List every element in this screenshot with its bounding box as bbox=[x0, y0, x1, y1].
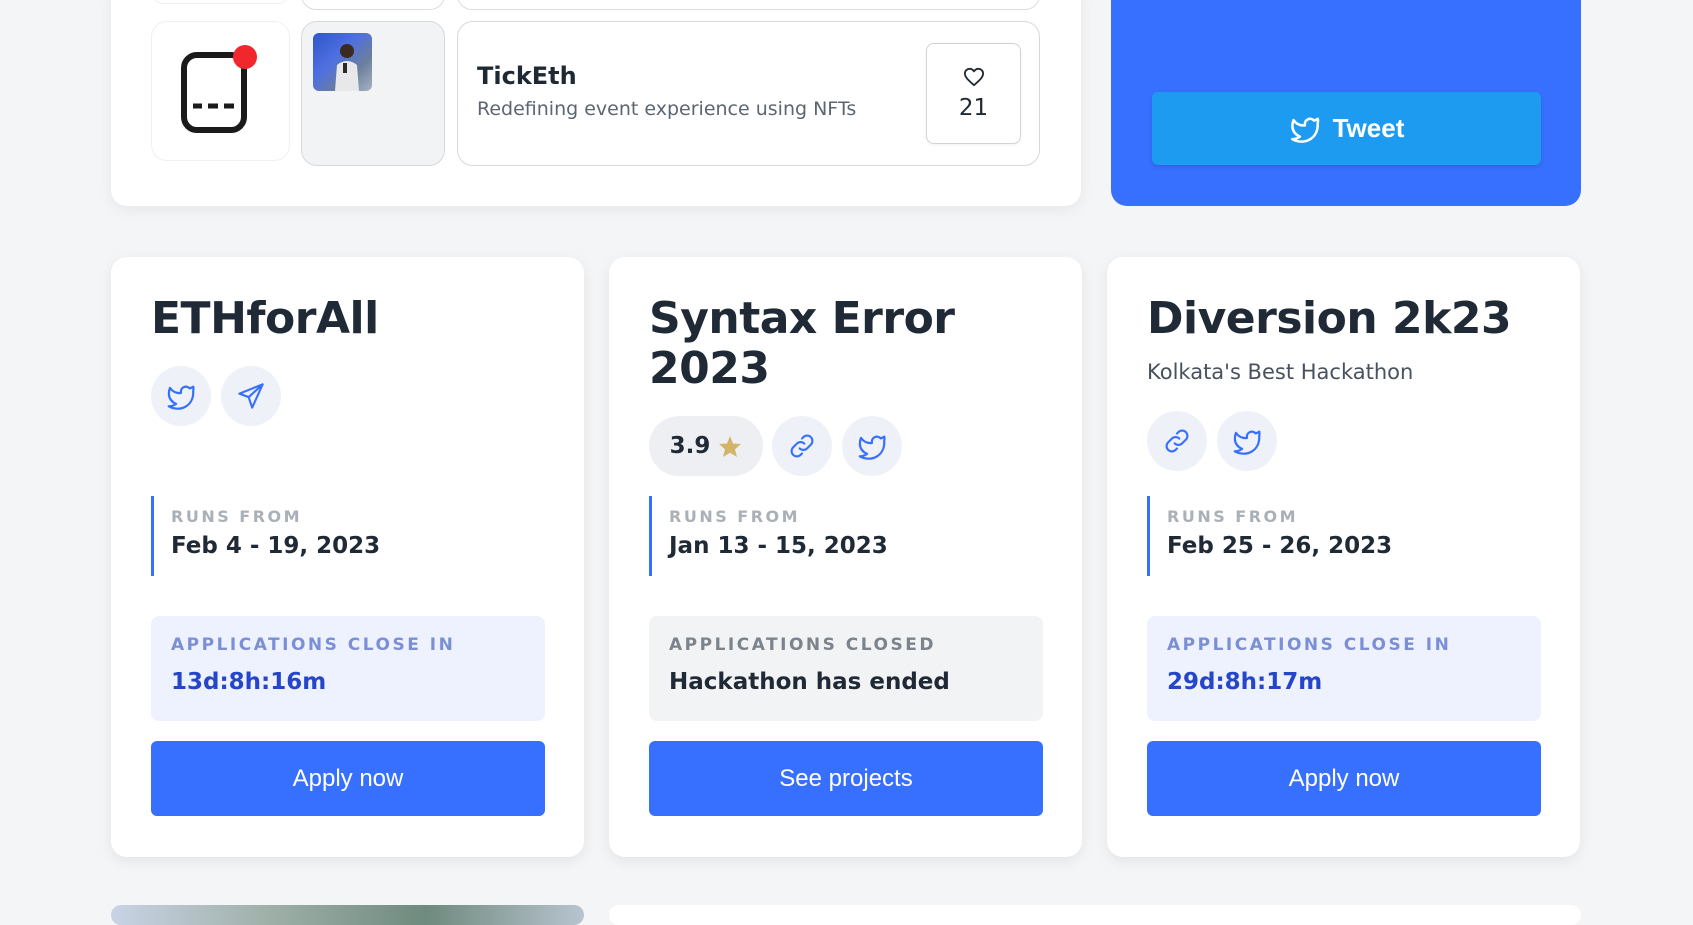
twitter-icon bbox=[1233, 430, 1261, 455]
application-status-label: APPLICATIONS CLOSED bbox=[669, 635, 936, 655]
twitter-icon bbox=[1290, 117, 1319, 143]
like-button[interactable]: 21 bbox=[926, 43, 1021, 144]
application-status-box: APPLICATIONS CLOSE IN 13d:8h:16m bbox=[151, 616, 545, 721]
next-card-banner bbox=[111, 905, 584, 925]
runs-from-label: RUNS FROM bbox=[669, 507, 801, 526]
project-name: TickEth bbox=[477, 62, 577, 90]
hackathon-title: ETHforAll bbox=[151, 293, 379, 344]
application-status-box: APPLICATIONS CLOSE IN 29d:8h:17m bbox=[1147, 616, 1541, 721]
hackathon-tagline: Kolkata's Best Hackathon bbox=[1147, 360, 1414, 384]
like-count: 21 bbox=[958, 94, 989, 121]
dates-accent-bar bbox=[151, 496, 154, 576]
link-icon bbox=[790, 434, 814, 458]
twitter-icon bbox=[167, 385, 195, 410]
tile-stub bbox=[301, 0, 445, 10]
team-member-avatar bbox=[313, 33, 372, 91]
twitter-link[interactable] bbox=[151, 366, 211, 426]
application-countdown: 29d:8h:17m bbox=[1167, 669, 1323, 695]
website-link[interactable] bbox=[772, 416, 832, 476]
runs-from-label: RUNS FROM bbox=[1167, 507, 1299, 526]
runs-from-label: RUNS FROM bbox=[171, 507, 303, 526]
see-projects-button[interactable]: See projects bbox=[649, 741, 1043, 816]
website-link[interactable] bbox=[1147, 411, 1207, 471]
heart-icon bbox=[963, 67, 984, 86]
twitter-link[interactable] bbox=[1217, 411, 1277, 471]
application-status-box: APPLICATIONS CLOSED Hackathon has ended bbox=[649, 616, 1043, 721]
hackathon-title: Diversion 2k23 bbox=[1147, 293, 1512, 344]
next-card bbox=[609, 905, 1581, 925]
application-status-label: APPLICATIONS CLOSE IN bbox=[1167, 635, 1452, 655]
telegram-link[interactable] bbox=[221, 366, 281, 426]
tweet-label: Tweet bbox=[1332, 113, 1405, 143]
application-countdown: 13d:8h:16m bbox=[171, 669, 327, 695]
dates-accent-bar bbox=[649, 496, 652, 576]
hackathon-dates: Feb 25 - 26, 2023 bbox=[1167, 533, 1393, 559]
application-status-label: APPLICATIONS CLOSE IN bbox=[171, 635, 456, 655]
hackathon-dates: Feb 4 - 19, 2023 bbox=[171, 533, 381, 559]
twitter-icon bbox=[858, 435, 886, 460]
project-logo-tile[interactable] bbox=[151, 21, 290, 161]
project-logo-icon bbox=[181, 45, 257, 133]
dates-accent-bar bbox=[1147, 496, 1150, 576]
apply-now-button[interactable]: Apply now bbox=[151, 741, 545, 816]
tile-stub bbox=[151, 0, 290, 4]
telegram-icon bbox=[238, 383, 264, 409]
hackathon-dates: Jan 13 - 15, 2023 bbox=[669, 533, 888, 559]
link-icon bbox=[1165, 429, 1189, 453]
twitter-link[interactable] bbox=[842, 416, 902, 476]
hackathon-title-line: 2023 bbox=[649, 343, 770, 394]
tile-stub bbox=[457, 0, 1040, 10]
tweet-button[interactable]: Tweet bbox=[1152, 92, 1541, 165]
apply-now-button[interactable]: Apply now bbox=[1147, 741, 1541, 816]
hackathon-title: Syntax Error 2023 bbox=[649, 294, 955, 394]
project-description: Redefining event experience using NFTs bbox=[477, 98, 857, 120]
application-status-value: Hackathon has ended bbox=[669, 669, 950, 695]
hackathon-title-line: Syntax Error bbox=[649, 293, 955, 344]
rating-badge: 3.9 bbox=[649, 416, 763, 476]
rating-value: 3.9 bbox=[669, 433, 711, 459]
star-icon bbox=[719, 435, 742, 457]
